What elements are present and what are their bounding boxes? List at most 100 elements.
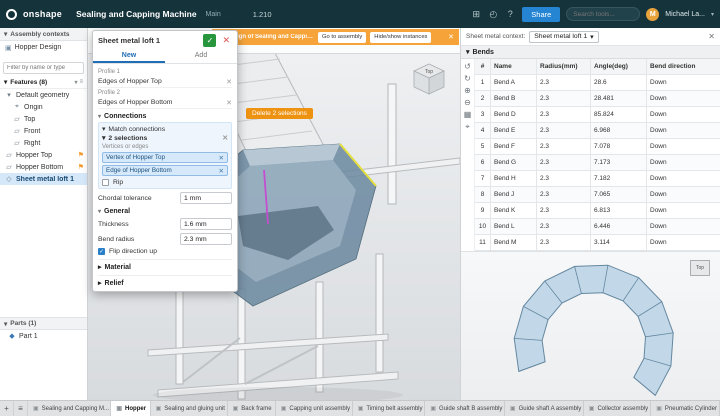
assembly-context-item[interactable]: ▣ Hopper Design [0, 41, 87, 54]
tab-pneumatic-cylinder[interactable]: ▣Pneumatic Cylinder [651, 401, 720, 416]
avatar[interactable]: M [646, 8, 659, 21]
bend-row-bend-k[interactable]: 9Bend K2.36.813Down [475, 203, 720, 219]
flip-direction-checkbox[interactable]: ✓ [98, 248, 105, 255]
feature-item-origin[interactable]: ⌖Origin [0, 101, 87, 113]
feature-item-hopper-top[interactable]: ▱Hopper Top⚑ [0, 149, 87, 161]
feature-item-hopper-bottom[interactable]: ▱Hopper Bottom⚑ [0, 161, 87, 173]
tab-capping-unit-assembly[interactable]: ▣Capping unit assembly [276, 401, 353, 416]
tab-add[interactable]: Add [165, 50, 237, 63]
connections-box: ▾ Match connections ▾ 2 selections ✕ Ver… [98, 122, 232, 189]
bend-cell: 85.824 [591, 107, 647, 122]
notifications-icon[interactable]: ◴ [487, 9, 499, 20]
dialog-header[interactable]: Sheet metal loft 1 ✓ ✕ [93, 31, 237, 50]
center-icon[interactable]: ⌖ [465, 122, 470, 132]
feature-item-sheet-metal-loft-1[interactable]: ◇Sheet metal loft 1 [0, 173, 87, 185]
hide-show-instances-button[interactable]: Hide/show instances [370, 32, 431, 43]
bend-row-bend-d[interactable]: 3Bend D2.385.824Down [475, 107, 720, 123]
feature-icon: ▱ [13, 115, 21, 123]
tab-list-button[interactable]: ≡ [14, 401, 28, 416]
flat-pattern-view[interactable]: Top [461, 251, 720, 400]
bend-row-bend-h[interactable]: 7Bend H2.37.182Down [475, 171, 720, 187]
features-header[interactable]: ▾ Features (8) ▾ ≡ [0, 76, 87, 89]
context-select[interactable]: Sheet metal loft 1 ▾ [529, 31, 598, 43]
material-section[interactable]: ▸ Material [98, 259, 232, 271]
user-name[interactable]: Michael La... [665, 11, 705, 18]
flat-view-cube[interactable]: Top [690, 260, 710, 276]
feature-item-top[interactable]: ▱Top [0, 113, 87, 125]
grid-icon[interactable]: ▦ [464, 110, 472, 119]
onshape-wordmark[interactable]: onshape [23, 9, 62, 19]
version-label[interactable]: 1.210 [253, 10, 272, 19]
bend-row-bend-f[interactable]: 5Bend F2.37.078Down [475, 139, 720, 155]
remove-icon[interactable]: ✕ [226, 99, 232, 107]
zoom-out-icon[interactable]: ⊖ [464, 98, 471, 107]
chordal-tolerance-input[interactable] [180, 192, 232, 204]
filter-input[interactable] [3, 62, 84, 74]
selection-chip[interactable]: Edge of Hopper Bottom ✕ [102, 165, 228, 176]
tab-sealing-and-capping-m[interactable]: ▣Sealing and Capping M... [28, 401, 111, 416]
match-connections-row[interactable]: ▾ Match connections [102, 125, 228, 133]
rip-checkbox[interactable] [102, 179, 109, 186]
selection-chip[interactable]: Vertex of Hopper Top ✕ [102, 152, 228, 163]
flat-pattern-drawing[interactable] [509, 256, 689, 400]
tab-guide-shaft-b-assembly[interactable]: ▣Guide shaft B assembly [425, 401, 505, 416]
bend-row-bend-m[interactable]: 11Bend M2.33.114Down [475, 235, 720, 251]
banner-close-icon[interactable]: ✕ [448, 33, 454, 41]
tab-hopper[interactable]: ▣Hopper [111, 401, 150, 416]
remove-icon[interactable]: ✕ [226, 78, 232, 86]
tab-back-frame[interactable]: ▣Back frame [228, 401, 276, 416]
profile1-selection[interactable]: Edges of Hopper Top ✕ [98, 76, 232, 88]
relief-section[interactable]: ▸ Relief [98, 275, 232, 287]
cancel-icon[interactable]: ✕ [220, 35, 232, 46]
tab-collector-assembly[interactable]: ▣Collector assembly [584, 401, 651, 416]
list-icon[interactable]: ≡ [79, 79, 83, 86]
bend-row-bend-e[interactable]: 4Bend E2.36.968Down [475, 123, 720, 139]
flat-pattern-band[interactable] [514, 265, 673, 395]
remove-icon[interactable]: ✕ [222, 134, 228, 142]
share-button[interactable]: Share [522, 7, 560, 22]
confirm-icon[interactable]: ✓ [203, 34, 216, 47]
assembly-contexts-header[interactable]: ▾ Assembly contexts [0, 28, 87, 41]
view-cube[interactable]: Top [406, 60, 452, 100]
tabs-container: ▣Sealing and Capping M...▣Hopper▣Sealing… [28, 401, 720, 416]
tab-new[interactable]: New [93, 50, 165, 63]
tab-sealing-and-gluing-unit[interactable]: ▣Sealing and gluing unit [151, 401, 228, 416]
profile2-selection[interactable]: Edges of Hopper Bottom ✕ [98, 97, 232, 109]
chevron-down-icon[interactable]: ▾ [711, 11, 714, 18]
bend-row-bend-j[interactable]: 8Bend J2.37.065Down [475, 187, 720, 203]
bend-row-bend-l[interactable]: 10Bend L2.36.446Down [475, 219, 720, 235]
tab-timing-belt-assembly[interactable]: ▣Timing belt assembly [353, 401, 426, 416]
new-tab-button[interactable]: + [0, 401, 14, 416]
remove-icon[interactable]: ✕ [219, 167, 224, 175]
feature-item-front[interactable]: ▱Front [0, 125, 87, 137]
flip-direction-row[interactable]: ✓ Flip direction up [98, 248, 232, 255]
thickness-input[interactable] [180, 218, 232, 230]
onshape-logo-icon[interactable] [6, 9, 17, 20]
bend-row-bend-b[interactable]: 2Bend B2.328.481Down [475, 91, 720, 107]
rip-row[interactable]: Rip [102, 179, 228, 186]
rotate-left-icon[interactable]: ↺ [464, 62, 471, 71]
connections-section[interactable]: ▾ Connections [98, 113, 232, 120]
tab-guide-shaft-a-assembly[interactable]: ▣Guide shaft A assembly [505, 401, 584, 416]
feature-item-right[interactable]: ▱Right [0, 137, 87, 149]
search-input[interactable] [566, 7, 640, 21]
feature-item-default-geometry[interactable]: ▾Default geometry [0, 89, 87, 101]
rotate-right-icon[interactable]: ↻ [464, 74, 471, 83]
bend-cell: Down [647, 107, 720, 122]
bend-row-bend-g[interactable]: 6Bend G2.37.173Down [475, 155, 720, 171]
panel-close-icon[interactable]: ✕ [708, 32, 715, 41]
part-item-part-1[interactable]: ◆Part 1 [0, 330, 87, 342]
zoom-in-icon[interactable]: ⊕ [464, 86, 471, 95]
parts-header[interactable]: ▾ Parts (1) [0, 317, 87, 330]
bend-radius-input[interactable] [180, 233, 232, 245]
apps-icon[interactable]: ⊞ [470, 9, 482, 20]
filter-icon[interactable]: ▾ [74, 79, 77, 86]
remove-icon[interactable]: ✕ [219, 154, 224, 162]
help-icon[interactable]: ? [504, 9, 516, 20]
selection-count-row[interactable]: ▾ 2 selections ✕ [102, 134, 228, 142]
go-to-assembly-button[interactable]: Go to assembly [318, 32, 366, 43]
bend-row-bend-a[interactable]: 1Bend A2.328.6Down [475, 75, 720, 91]
bends-section-header[interactable]: ▾ Bends [461, 46, 720, 59]
general-section[interactable]: ▾ General [98, 208, 232, 215]
workspace-name[interactable]: Main [206, 11, 221, 18]
